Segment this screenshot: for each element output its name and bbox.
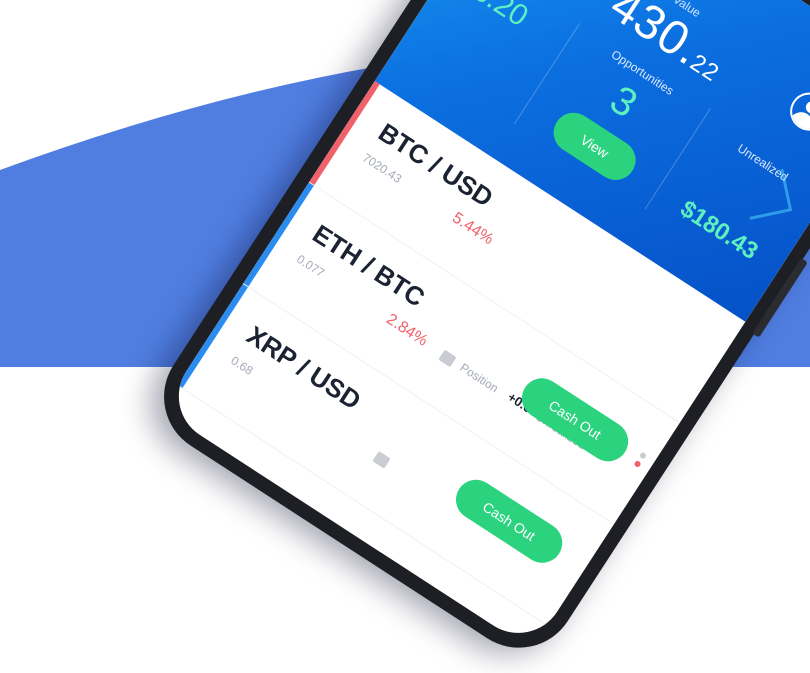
more-dots-icon[interactable] — [631, 448, 649, 471]
folder-icon — [438, 349, 457, 368]
left-metric: 8.20 — [466, 0, 534, 34]
cash-out-button[interactable]: Cash Out — [448, 472, 570, 571]
pair-price: 0.68 — [228, 353, 256, 378]
pair-change: 2.84% — [383, 310, 431, 350]
pair-change: 5.44% — [449, 209, 497, 249]
folder-icon — [372, 451, 391, 469]
pair-price: 0.077 — [294, 251, 328, 281]
position-label: Position — [457, 360, 501, 396]
chevron-right-icon[interactable] — [741, 168, 793, 220]
